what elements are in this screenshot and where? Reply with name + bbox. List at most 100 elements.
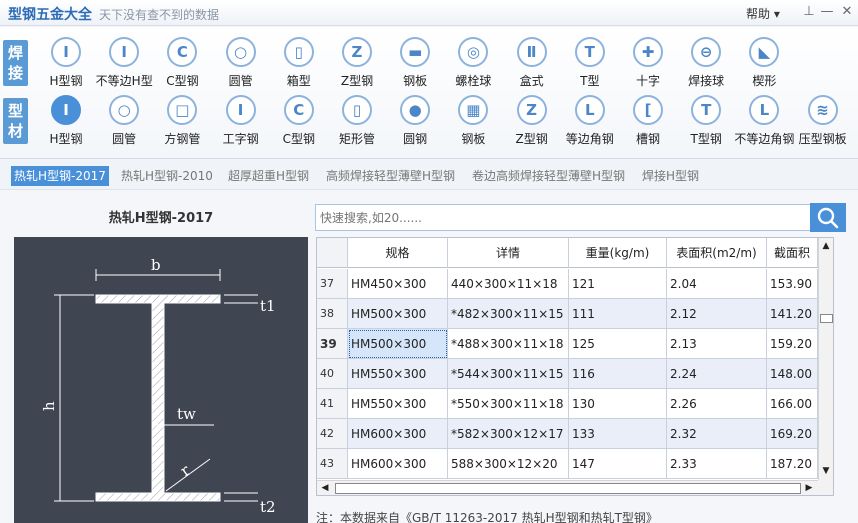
search-button[interactable] xyxy=(810,203,846,232)
tab-hot-rolled-h-2017[interactable]: 热轧H型钢-2017 xyxy=(11,166,109,186)
cell-surface[interactable]: 2.33 xyxy=(667,449,767,479)
section-tool-3[interactable]: I 工字钢 xyxy=(212,95,270,151)
table-row[interactable]: 41 HM550×300 *550×300×11×18 130 2.26 166.00 xyxy=(317,389,818,419)
cell-surface[interactable]: 2.12 xyxy=(667,299,767,329)
row-number[interactable]: 37 xyxy=(317,269,348,299)
section-tool-4[interactable]: C C型钢 xyxy=(270,95,328,151)
weld-tool-4[interactable]: ▯ 箱型 xyxy=(270,37,328,93)
cell-surface[interactable]: 2.26 xyxy=(667,389,767,419)
cell-spec[interactable]: HM600×300 xyxy=(348,419,448,449)
section-tool-12[interactable]: L 不等边角钢 xyxy=(734,95,794,151)
search-input[interactable] xyxy=(315,204,811,231)
cell-weight[interactable]: 116 xyxy=(569,359,667,389)
cell-spec[interactable]: HM500×300 xyxy=(348,329,448,359)
vertical-scroll-thumb[interactable] xyxy=(820,314,833,323)
close-button[interactable]: ✕ xyxy=(836,2,858,22)
weld-tool-7[interactable]: ◎ 螺栓球 xyxy=(444,37,502,93)
section-tool-13[interactable]: ≋ 压型钢板 xyxy=(794,95,852,151)
cell-area[interactable]: 159.20 xyxy=(767,329,818,359)
table-row[interactable]: 38 HM500×300 *482×300×11×15 111 2.12 141.20 xyxy=(317,299,818,329)
cell-weight[interactable]: 111 xyxy=(569,299,667,329)
cell-detail[interactable]: *550×300×11×18 xyxy=(448,389,569,419)
scroll-down-icon[interactable]: ▼ xyxy=(819,464,833,478)
header-detail[interactable]: 详情 xyxy=(448,238,569,268)
section-tool-7[interactable]: ▦ 钢板 xyxy=(444,95,502,151)
cell-surface[interactable]: 2.24 xyxy=(667,359,767,389)
section-tool-10[interactable]: [槽钢 xyxy=(619,95,677,151)
section-tool-8[interactable]: Z Z型钢 xyxy=(503,95,561,151)
weld-tool-6[interactable]: ▬ 钢板 xyxy=(386,37,444,93)
cell-spec[interactable]: HM550×300 xyxy=(348,359,448,389)
cell-weight[interactable]: 130 xyxy=(569,389,667,419)
section-tool-11[interactable]: T T型钢 xyxy=(677,95,735,151)
cell-spec[interactable]: HM600×300 xyxy=(348,449,448,479)
tab-welded-h[interactable]: 焊接H型钢 xyxy=(639,166,702,186)
cell-area[interactable]: 169.20 xyxy=(767,419,818,449)
cell-weight[interactable]: 147 xyxy=(569,449,667,479)
cell-weight[interactable]: 121 xyxy=(569,269,667,299)
cell-detail[interactable]: 588×300×12×20 xyxy=(448,449,569,479)
help-menu[interactable]: 帮助 ▾ xyxy=(746,5,780,22)
row-number[interactable]: 40 xyxy=(317,359,348,389)
cell-area[interactable]: 166.00 xyxy=(767,389,818,419)
horizontal-scroll-thumb[interactable] xyxy=(335,483,801,494)
scroll-right-icon[interactable]: ▶ xyxy=(802,481,816,495)
section-tool-2[interactable]: □ 方钢管 xyxy=(153,95,211,151)
table-row[interactable]: 43 HM600×300 588×300×12×20 147 2.33 187.20 xyxy=(317,449,818,479)
row-number[interactable]: 39 xyxy=(317,329,348,359)
cell-spec[interactable]: HM550×300 xyxy=(348,389,448,419)
table-row[interactable]: 37 HM450×300 440×300×11×18 121 2.04 153.90 xyxy=(317,269,818,299)
section-tool-5[interactable]: ▯ 矩形管 xyxy=(328,95,386,151)
weld-tool-2[interactable]: C C型钢 xyxy=(153,37,211,93)
cell-weight[interactable]: 133 xyxy=(569,419,667,449)
scroll-up-icon[interactable]: ▲ xyxy=(819,239,833,253)
minimize-button[interactable]: — xyxy=(816,2,838,22)
row-number[interactable]: 42 xyxy=(317,419,348,449)
cell-area[interactable]: 187.20 xyxy=(767,449,818,479)
cell-area[interactable]: 141.20 xyxy=(767,299,818,329)
tab-hf-welded-thin-h[interactable]: 高频焊接轻型薄壁H型钢 xyxy=(323,166,458,186)
tab-hot-rolled-h-2010[interactable]: 热轧H型钢-2010 xyxy=(118,166,216,186)
row-number[interactable]: 41 xyxy=(317,389,348,419)
row-number[interactable]: 38 xyxy=(317,299,348,329)
weld-tool-0[interactable]: I H型钢 xyxy=(37,37,95,93)
cell-detail[interactable]: *582×300×12×17 xyxy=(448,419,569,449)
header-area[interactable]: 截面积 xyxy=(767,238,818,268)
scroll-left-icon[interactable]: ◀ xyxy=(318,481,332,495)
horizontal-scrollbar[interactable]: ◀ ▶ xyxy=(317,480,818,495)
weld-tool-3[interactable]: ○ 圆管 xyxy=(212,37,270,93)
cell-spec[interactable]: HM450×300 xyxy=(348,269,448,299)
table-row[interactable]: 39 HM500×300 *488×300×11×18 125 2.13 159.20 xyxy=(317,329,818,359)
header-spec[interactable]: 规格 xyxy=(348,238,448,268)
row-number[interactable]: 43 xyxy=(317,449,348,479)
cell-area[interactable]: 153.90 xyxy=(767,269,818,299)
weld-tool-8[interactable]: Ⅱ 盒式 xyxy=(503,37,561,93)
section-tool-6[interactable]: ● 圆钢 xyxy=(386,95,444,151)
section-tool-1[interactable]: ○ 圆管 xyxy=(95,95,153,151)
cell-area[interactable]: 148.00 xyxy=(767,359,818,389)
cell-surface[interactable]: 2.04 xyxy=(667,269,767,299)
weld-tool-10[interactable]: ✚ 十字 xyxy=(619,37,677,93)
cell-detail[interactable]: *488×300×11×18 xyxy=(448,329,569,359)
header-surface[interactable]: 表面积(m2/m) xyxy=(667,238,767,268)
tab-curled-hf-welded-h[interactable]: 卷边高频焊接轻型薄壁H型钢 xyxy=(469,166,628,186)
table-row[interactable]: 42 HM600×300 *582×300×12×17 133 2.32 169.20 xyxy=(317,419,818,449)
section-tool-9[interactable]: L 等边角钢 xyxy=(561,95,619,151)
weld-tool-1[interactable]: I 不等边H型 xyxy=(95,37,153,93)
cell-surface[interactable]: 2.13 xyxy=(667,329,767,359)
cell-surface[interactable]: 2.32 xyxy=(667,419,767,449)
weld-tool-9[interactable]: T T型 xyxy=(561,37,619,93)
table-row[interactable]: 40 HM550×300 *544×300×11×15 116 2.24 148.00 xyxy=(317,359,818,389)
vertical-scrollbar[interactable]: ▲ ▼ xyxy=(818,238,833,480)
cell-weight[interactable]: 125 xyxy=(569,329,667,359)
section-tool-0[interactable]: I H型钢 xyxy=(37,95,95,151)
weld-tool-11[interactable]: ⊖ 焊接球 xyxy=(677,37,735,93)
header-weight[interactable]: 重量(kg/m) xyxy=(569,238,667,268)
cell-detail[interactable]: *482×300×11×15 xyxy=(448,299,569,329)
cell-detail[interactable]: 440×300×11×18 xyxy=(448,269,569,299)
cell-detail[interactable]: *544×300×11×15 xyxy=(448,359,569,389)
cell-spec[interactable]: HM500×300 xyxy=(348,299,448,329)
weld-tool-12[interactable]: ◣ 楔形 xyxy=(735,37,793,93)
weld-tool-5[interactable]: Z Z型钢 xyxy=(328,37,386,93)
tab-extra-thick-h[interactable]: 超厚超重H型钢 xyxy=(225,166,312,186)
